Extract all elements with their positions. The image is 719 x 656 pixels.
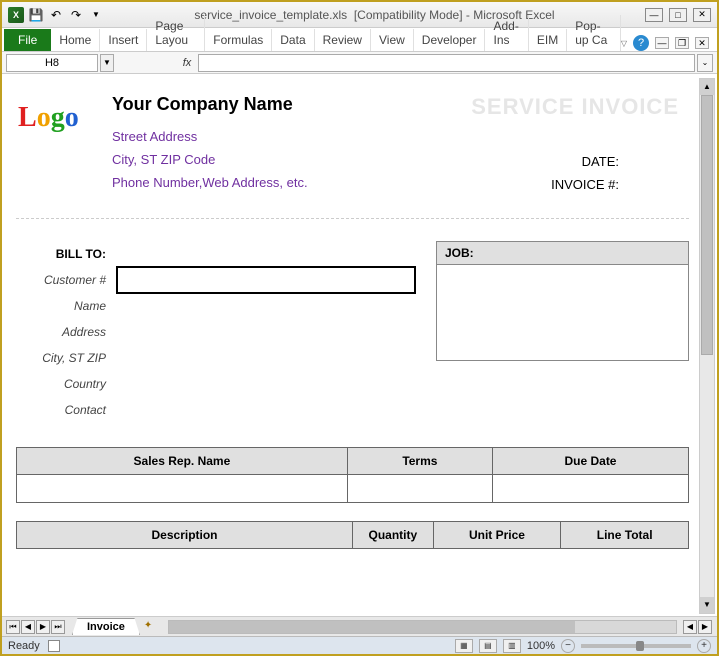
zoom-out-button[interactable]: − bbox=[561, 639, 575, 653]
customer-number-label: Customer # bbox=[16, 273, 116, 287]
scroll-up-icon[interactable]: ▲ bbox=[700, 79, 714, 95]
company-name: Your Company Name bbox=[112, 94, 459, 115]
job-label: JOB: bbox=[437, 242, 688, 265]
hscroll-left-icon[interactable]: ◀ bbox=[683, 620, 697, 634]
worksheet-content[interactable]: Logo Your Company Name Street Address Ci… bbox=[6, 76, 699, 616]
worksheet-area: Logo Your Company Name Street Address Ci… bbox=[2, 76, 717, 616]
normal-view-button[interactable]: ▦ bbox=[455, 639, 473, 653]
page-layout-view-button[interactable]: ▤ bbox=[479, 639, 497, 653]
logo-image: Logo bbox=[16, 94, 106, 164]
terms-cell[interactable] bbox=[347, 475, 492, 503]
horizontal-scrollbar[interactable] bbox=[168, 620, 677, 634]
mdi-restore-button[interactable]: ❐ bbox=[675, 37, 689, 49]
formula-bar[interactable] bbox=[198, 54, 695, 72]
sales-rep-cell[interactable] bbox=[17, 475, 348, 503]
due-date-header: Due Date bbox=[492, 448, 688, 475]
sheet-tab-invoice[interactable]: Invoice bbox=[72, 618, 140, 635]
tab-formulas[interactable]: Formulas bbox=[205, 29, 272, 51]
minimize-button[interactable]: — bbox=[645, 8, 663, 22]
due-date-cell[interactable] bbox=[492, 475, 688, 503]
page-break-view-button[interactable]: ▥ bbox=[503, 639, 521, 653]
sales-rep-header: Sales Rep. Name bbox=[17, 448, 348, 475]
status-bar: Ready ▦ ▤ ▥ 100% − + bbox=[2, 636, 717, 654]
prev-sheet-button[interactable]: ◀ bbox=[21, 620, 35, 634]
customer-number-cell[interactable] bbox=[116, 266, 416, 294]
qat-dropdown-icon[interactable]: ▼ bbox=[88, 7, 104, 23]
unit-price-header: Unit Price bbox=[433, 522, 561, 549]
tab-insert[interactable]: Insert bbox=[100, 29, 147, 51]
last-sheet-button[interactable]: ⏭ bbox=[51, 620, 65, 634]
name-box-dropdown-icon[interactable]: ▼ bbox=[100, 54, 114, 72]
hscroll-right-icon[interactable]: ▶ bbox=[698, 620, 712, 634]
company-contact: Phone Number,Web Address, etc. bbox=[112, 175, 459, 190]
maximize-button[interactable]: □ bbox=[669, 8, 687, 22]
status-ready: Ready bbox=[8, 640, 40, 652]
name-box[interactable]: H8 bbox=[6, 54, 98, 72]
invoice-number-label: INVOICE #: bbox=[459, 177, 619, 192]
description-header: Description bbox=[17, 522, 353, 549]
terms-header: Terms bbox=[347, 448, 492, 475]
name-label: Name bbox=[16, 299, 116, 313]
city-st-zip-label: City, ST ZIP bbox=[16, 351, 116, 365]
address-label: Address bbox=[16, 325, 116, 339]
company-city: City, ST ZIP Code bbox=[112, 152, 459, 167]
insert-function-button[interactable]: fx bbox=[178, 54, 196, 72]
ribbon-dropdown-icon[interactable]: ▽ bbox=[621, 39, 627, 48]
tab-addins[interactable]: Add-Ins bbox=[485, 15, 528, 51]
window-controls: — □ ✕ bbox=[645, 8, 711, 22]
tab-developer[interactable]: Developer bbox=[414, 29, 486, 51]
sheet-tab-bar: ⏮ ◀ ▶ ⏭ Invoice ✦ ◀ ▶ bbox=[2, 616, 717, 636]
tab-data[interactable]: Data bbox=[272, 29, 314, 51]
tab-page-layout[interactable]: Page Layou bbox=[147, 15, 205, 51]
undo-icon[interactable]: ↶ bbox=[48, 7, 64, 23]
job-box[interactable]: JOB: bbox=[436, 241, 689, 361]
scroll-down-icon[interactable]: ▼ bbox=[700, 597, 714, 613]
quick-access-toolbar: X 💾 ↶ ↷ ▼ bbox=[8, 7, 104, 23]
contact-label: Contact bbox=[16, 403, 116, 417]
save-icon[interactable]: 💾 bbox=[28, 7, 44, 23]
file-tab[interactable]: File bbox=[4, 29, 51, 51]
date-label: DATE: bbox=[459, 154, 619, 169]
terms-table: Sales Rep. Name Terms Due Date bbox=[16, 447, 689, 503]
vertical-scrollbar[interactable]: ▲ ▼ bbox=[699, 78, 715, 614]
formula-bar-expand-icon[interactable]: ⌄ bbox=[697, 54, 713, 72]
ribbon: File Home Insert Page Layou Formulas Dat… bbox=[2, 28, 717, 52]
tab-review[interactable]: Review bbox=[315, 29, 371, 51]
next-sheet-button[interactable]: ▶ bbox=[36, 620, 50, 634]
zoom-level[interactable]: 100% bbox=[527, 640, 555, 652]
line-total-header: Line Total bbox=[561, 522, 689, 549]
tab-view[interactable]: View bbox=[371, 29, 414, 51]
country-label: Country bbox=[16, 377, 116, 391]
mdi-minimize-button[interactable]: — bbox=[655, 37, 669, 49]
close-button[interactable]: ✕ bbox=[693, 8, 711, 22]
bill-to-label: BILL TO: bbox=[16, 247, 116, 261]
first-sheet-button[interactable]: ⏮ bbox=[6, 620, 20, 634]
excel-icon: X bbox=[8, 7, 24, 23]
tab-eim[interactable]: EIM bbox=[529, 29, 567, 51]
zoom-in-button[interactable]: + bbox=[697, 639, 711, 653]
company-street: Street Address bbox=[112, 129, 459, 144]
formula-bar-row: H8 ▼ fx ⌄ bbox=[2, 52, 717, 74]
zoom-slider[interactable] bbox=[581, 644, 691, 648]
scroll-thumb[interactable] bbox=[701, 95, 713, 355]
line-items-table: Description Quantity Unit Price Line Tot… bbox=[16, 521, 689, 549]
help-icon[interactable]: ? bbox=[633, 35, 649, 51]
macro-record-icon[interactable] bbox=[48, 640, 60, 652]
mdi-close-button[interactable]: ✕ bbox=[695, 37, 709, 49]
invoice-title: SERVICE INVOICE bbox=[459, 94, 689, 120]
tab-popup[interactable]: Pop-up Ca bbox=[567, 15, 621, 51]
redo-icon[interactable]: ↷ bbox=[68, 7, 84, 23]
tab-home[interactable]: Home bbox=[51, 29, 100, 51]
quantity-header: Quantity bbox=[353, 522, 434, 549]
divider bbox=[16, 218, 689, 219]
new-sheet-icon[interactable]: ✦ bbox=[144, 620, 162, 634]
